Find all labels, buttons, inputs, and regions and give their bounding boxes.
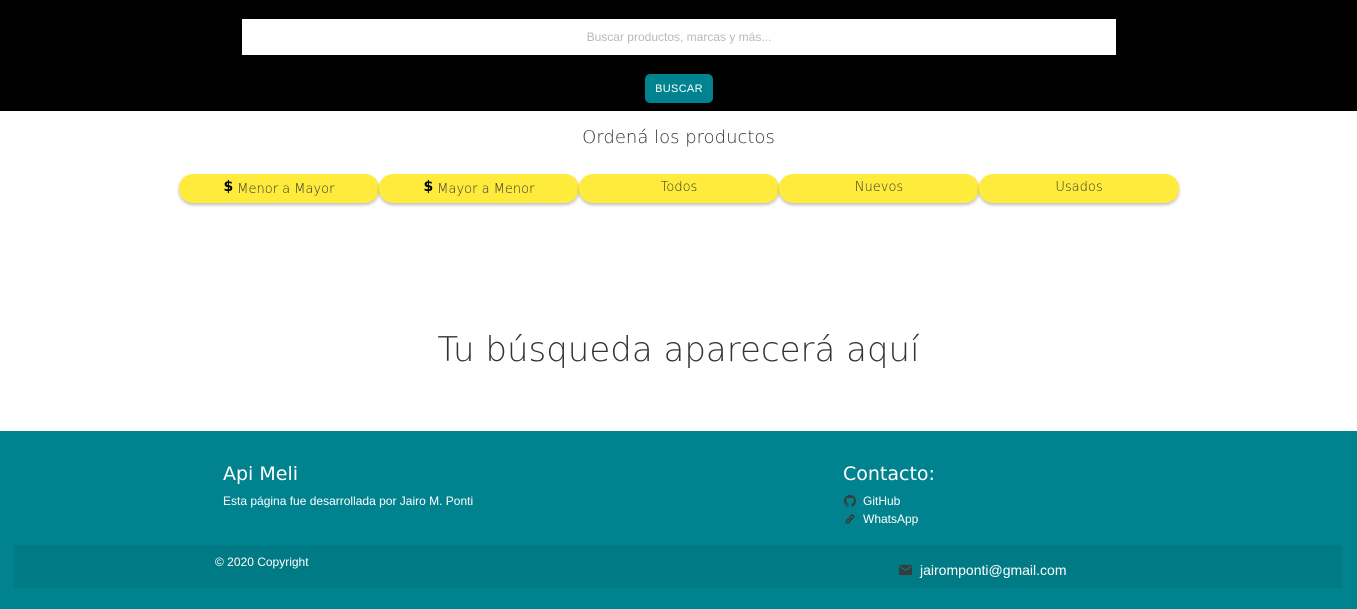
filter-new-button[interactable]: Nuevos [779,174,979,203]
sort-price-asc-button[interactable]: $ Menor a Mayor [179,174,379,203]
sort-button-label: Nuevos [854,180,904,195]
email-contact[interactable]: jairomponti@gmail.com [899,562,1066,578]
sort-button-label: Menor a Mayor [237,182,335,197]
search-input[interactable] [242,19,1116,55]
sort-button-label: Todos [660,180,698,195]
mail-icon [899,562,912,575]
email-label: jairomponti@gmail.com [920,562,1067,578]
sort-button-group: $ Menor a Mayor $ Mayor a Menor Todos Nu… [179,174,1179,204]
dollar-icon: $ [423,178,434,195]
github-link[interactable]: GitHub [844,494,900,508]
footer: Api Meli Esta página fue desarrollada po… [0,431,1357,609]
contact-title: Contacto: [843,463,935,485]
footer-description: Esta página fue desarrollada por Jairo M… [223,494,474,508]
whatsapp-link-label: WhatsApp [863,512,919,526]
header-bar: BUSCAR [0,0,1357,111]
filter-all-button[interactable]: Todos [579,174,779,203]
copyright-text: © 2020 Copyright [215,555,309,569]
sort-title: Ordená los productos [582,127,775,148]
link-icon [844,513,856,525]
footer-bottom-bar: © 2020 Copyright jairomponti@gmail.com [14,545,1342,588]
sort-button-label: Usados [1055,180,1103,195]
results-placeholder: Tu búsqueda aparecerá aquí [437,330,920,370]
whatsapp-link[interactable]: WhatsApp [844,512,918,526]
github-icon [844,495,857,507]
sort-button-label: Mayor a Menor [437,182,535,197]
dollar-icon: $ [223,178,234,195]
search-button[interactable]: BUSCAR [645,74,713,103]
footer-brand: Api Meli [223,463,299,485]
sort-price-desc-button[interactable]: $ Mayor a Menor [379,174,579,203]
github-link-label: GitHub [863,494,901,508]
filter-used-button[interactable]: Usados [979,174,1179,203]
